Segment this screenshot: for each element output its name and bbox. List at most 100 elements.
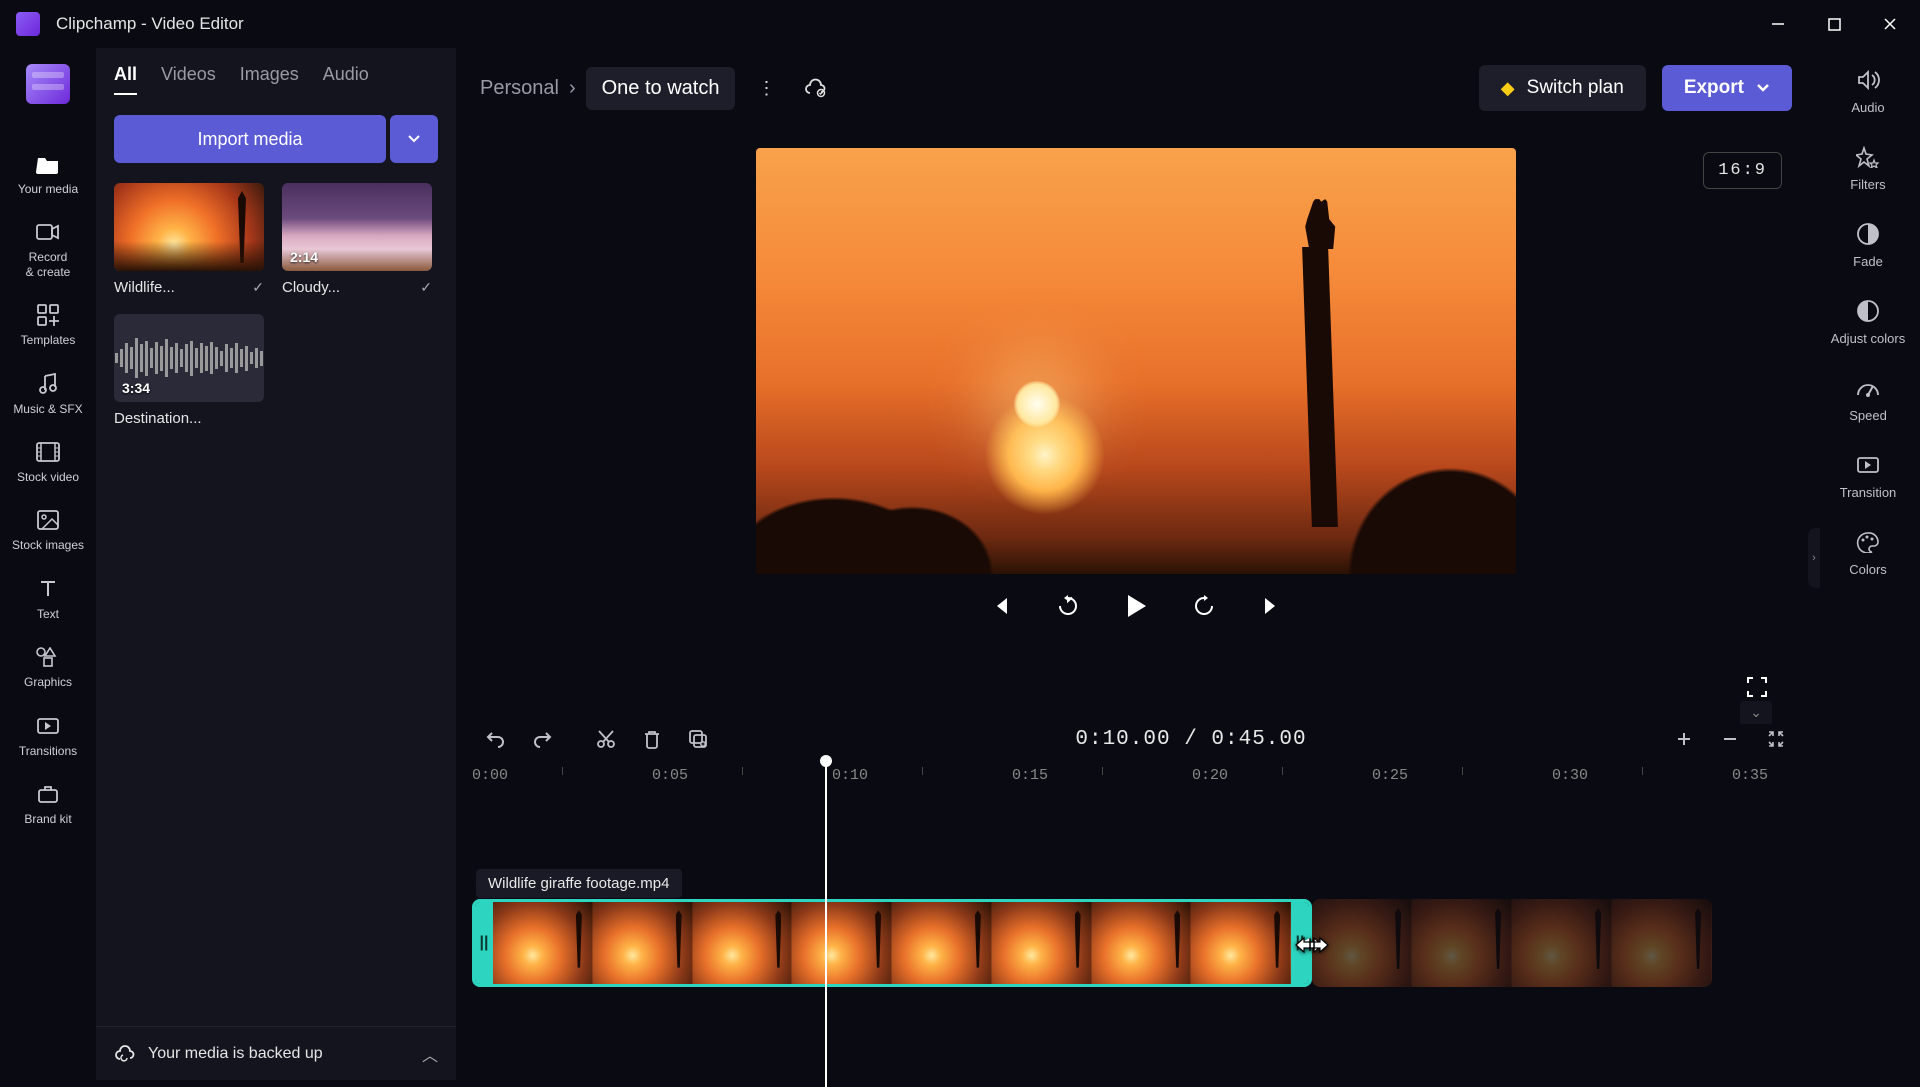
skip-end-button[interactable] bbox=[1256, 590, 1288, 622]
split-button[interactable] bbox=[586, 719, 626, 759]
close-button[interactable] bbox=[1876, 10, 1904, 38]
rightpanel-filters[interactable]: Filters bbox=[1850, 143, 1885, 192]
media-item-label: Destination... bbox=[114, 410, 202, 427]
duplicate-button[interactable] bbox=[678, 719, 718, 759]
rightpanel-fade[interactable]: Fade bbox=[1853, 220, 1883, 269]
music-icon bbox=[34, 372, 62, 396]
import-media-button[interactable]: Import media bbox=[114, 115, 386, 163]
minimize-button[interactable] bbox=[1764, 10, 1792, 38]
sidebar-item-stock-images[interactable]: Stock images bbox=[12, 508, 84, 552]
undo-button[interactable] bbox=[476, 719, 516, 759]
cloud-sync-button[interactable] bbox=[797, 72, 833, 104]
rewind-button[interactable] bbox=[1052, 590, 1084, 622]
right-collapse-handle[interactable]: › bbox=[1808, 528, 1820, 588]
film-icon bbox=[34, 440, 62, 464]
timeline-time-display: 0:10.00 / 0:45.00 bbox=[724, 728, 1658, 751]
media-item-label: Cloudy... bbox=[282, 279, 340, 296]
delete-button[interactable] bbox=[632, 719, 672, 759]
clipchamp-logo-icon[interactable] bbox=[26, 64, 70, 104]
media-duration: 3:34 bbox=[122, 380, 150, 396]
chevron-up-icon: ︿ bbox=[422, 1042, 438, 1066]
rightpanel-audio[interactable]: Audio bbox=[1851, 66, 1884, 115]
playhead[interactable] bbox=[825, 761, 827, 1087]
media-item-destination[interactable]: 3:34 Destination... bbox=[114, 314, 264, 427]
sidebar-item-brand-kit[interactable]: Brand kit bbox=[24, 782, 71, 826]
filters-icon bbox=[1854, 143, 1882, 171]
sidebar-item-graphics[interactable]: Graphics bbox=[24, 645, 72, 689]
switch-plan-button[interactable]: ◆ Switch plan bbox=[1479, 65, 1646, 111]
media-item-cloudy[interactable]: 2:14 Cloudy... ✓ bbox=[282, 183, 432, 296]
sidebar-item-text[interactable]: Text bbox=[34, 577, 62, 621]
app-title: Clipchamp - Video Editor bbox=[56, 14, 1764, 34]
check-icon: ✓ bbox=[420, 279, 432, 296]
camera-icon bbox=[34, 220, 62, 244]
media-tab-audio[interactable]: Audio bbox=[323, 64, 369, 95]
fullscreen-button[interactable] bbox=[1746, 676, 1768, 698]
rightpanel-transition[interactable]: Transition bbox=[1840, 451, 1897, 500]
redo-button[interactable] bbox=[522, 719, 562, 759]
maximize-button[interactable] bbox=[1820, 10, 1848, 38]
right-sidebar: Audio Filters Fade Adjust colors Speed T… bbox=[1816, 48, 1920, 1080]
timeline-clip[interactable]: || || bbox=[472, 899, 1312, 987]
chevron-down-icon bbox=[1756, 83, 1770, 93]
export-button[interactable]: Export bbox=[1662, 65, 1792, 111]
timeline-tracks[interactable]: Wildlife giraffe footage.mp4 || || bbox=[472, 807, 1800, 1080]
media-tab-all[interactable]: All bbox=[114, 64, 137, 95]
media-tab-videos[interactable]: Videos bbox=[161, 64, 216, 95]
sidebar-item-record-create[interactable]: Record & create bbox=[26, 220, 71, 279]
media-thumbnail: 2:14 bbox=[282, 183, 432, 271]
shapes-icon bbox=[34, 645, 62, 669]
sidebar-item-music-sfx[interactable]: Music & SFX bbox=[13, 372, 82, 416]
clip-tooltip: Wildlife giraffe footage.mp4 bbox=[476, 869, 682, 898]
cloud-sync-icon bbox=[114, 1045, 136, 1063]
transitions-icon bbox=[34, 714, 62, 738]
titlebar: Clipchamp - Video Editor bbox=[0, 0, 1920, 48]
media-tab-images[interactable]: Images bbox=[240, 64, 299, 95]
backup-status-bar[interactable]: Your media is backed up ︿ bbox=[96, 1026, 456, 1080]
timeline-ruler[interactable]: 0:00 0:05 0:10 0:15 0:20 0:25 0:30 0:35 bbox=[472, 767, 1800, 807]
preview-area: 16:9 bbox=[456, 128, 1816, 710]
rightpanel-adjust-colors[interactable]: Adjust colors bbox=[1831, 297, 1905, 346]
rightpanel-speed[interactable]: Speed bbox=[1849, 374, 1887, 423]
zoom-out-button[interactable] bbox=[1710, 719, 1750, 759]
clip-ghost bbox=[1312, 899, 1712, 987]
breadcrumb: Personal › One to watch bbox=[480, 67, 735, 110]
briefcase-icon bbox=[34, 782, 62, 806]
preview-canvas[interactable] bbox=[756, 148, 1516, 574]
aspect-ratio-button[interactable]: 16:9 bbox=[1703, 152, 1782, 189]
clip-handle-left[interactable]: || bbox=[475, 902, 493, 984]
sidebar-item-transitions[interactable]: Transitions bbox=[19, 714, 77, 758]
rightpanel-colors[interactable]: Colors bbox=[1849, 528, 1887, 577]
zoom-in-button[interactable] bbox=[1664, 719, 1704, 759]
image-icon bbox=[34, 508, 62, 532]
media-duration: 2:14 bbox=[290, 249, 318, 265]
media-thumbnail bbox=[114, 183, 264, 271]
folder-icon bbox=[34, 152, 62, 176]
fade-icon bbox=[1854, 220, 1882, 248]
skip-start-button[interactable] bbox=[984, 590, 1016, 622]
media-thumbnail: 3:34 bbox=[114, 314, 264, 402]
import-media-dropdown[interactable] bbox=[390, 115, 438, 163]
sidebar-item-templates[interactable]: Templates bbox=[21, 303, 76, 347]
workspace: Personal › One to watch ⋮ ◆ Switch plan … bbox=[456, 48, 1816, 1080]
palette-icon bbox=[1854, 528, 1882, 556]
backup-status-text: Your media is backed up bbox=[148, 1045, 323, 1063]
forward-button[interactable] bbox=[1188, 590, 1220, 622]
speed-icon bbox=[1854, 374, 1882, 402]
contrast-icon bbox=[1854, 297, 1882, 325]
app-icon bbox=[16, 12, 40, 36]
sidebar-item-your-media[interactable]: Your media bbox=[18, 152, 78, 196]
media-item-wildlife[interactable]: Wildlife... ✓ bbox=[114, 183, 264, 296]
play-button[interactable] bbox=[1120, 590, 1152, 622]
breadcrumb-root[interactable]: Personal bbox=[480, 77, 559, 100]
sidebar-item-stock-video[interactable]: Stock video bbox=[17, 440, 79, 484]
templates-icon bbox=[34, 303, 62, 327]
zoom-fit-button[interactable] bbox=[1756, 719, 1796, 759]
topbar: Personal › One to watch ⋮ ◆ Switch plan … bbox=[456, 48, 1816, 128]
player-controls bbox=[984, 590, 1288, 622]
timeline-collapse-button[interactable]: ⌄ bbox=[1740, 701, 1772, 724]
more-options-button[interactable]: ⋮ bbox=[751, 72, 781, 105]
project-title[interactable]: One to watch bbox=[586, 67, 736, 110]
media-panel: All Videos Images Audio Import media Wil… bbox=[96, 48, 456, 1080]
media-item-label: Wildlife... bbox=[114, 279, 175, 296]
